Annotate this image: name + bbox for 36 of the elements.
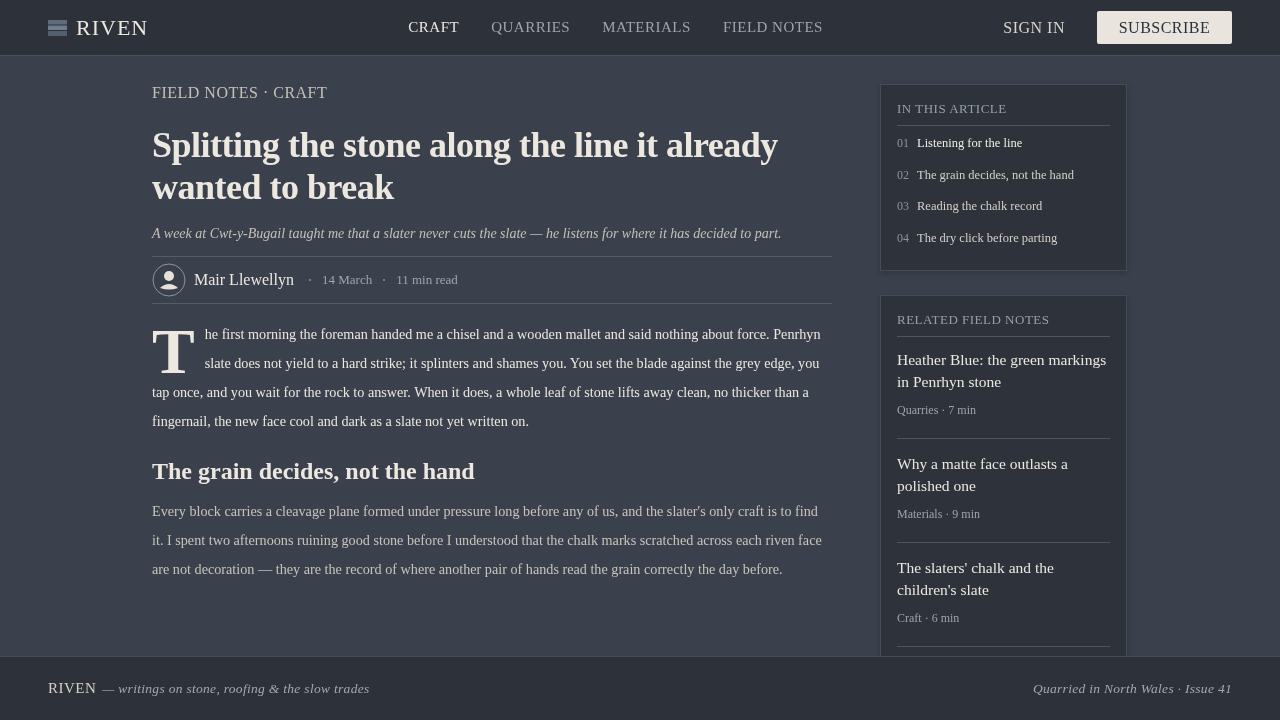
related-meta: Craft · 6 min: [897, 611, 961, 626]
related-meta: Quarries · 7 min: [897, 403, 977, 418]
toc-link[interactable]: The grain decides, not the hand: [917, 167, 1074, 183]
nav-link[interactable]: MATERIALS: [602, 19, 691, 36]
related-meta: Materials · 9 min: [897, 507, 981, 522]
toc-link[interactable]: Reading the chalk record: [917, 199, 1043, 214]
article-title: Splitting the stone along the line it already wanted to break: [152, 124, 779, 208]
toc-number: 03: [897, 199, 909, 214]
card-title: RELATED FIELD NOTES: [897, 312, 1110, 337]
section-heading: The grain decides, not the hand: [152, 458, 476, 485]
footer-brand: RIVEN: [48, 680, 97, 697]
nav-link[interactable]: QUARRIES: [491, 19, 571, 36]
breadcrumb: FIELD NOTES · CRAFT: [152, 84, 329, 102]
sign-in-link[interactable]: SIGN IN: [1003, 18, 1065, 37]
related-article-link[interactable]: The slaters' chalk and the children's slate: [897, 557, 1110, 601]
nav-link[interactable]: FIELD NOTES: [722, 19, 823, 36]
author-name[interactable]: Mair Llewellyn: [194, 271, 294, 289]
toc-number: 02: [897, 167, 909, 183]
related-article-link[interactable]: Heather Blue: the green markings in Penrhyn stone: [897, 349, 1110, 393]
toc-number: 04: [897, 230, 909, 246]
toc-number: 01: [897, 136, 909, 151]
avatar-icon: [152, 263, 186, 297]
footer-note: Quarried in North Wales · Issue 41: [1032, 680, 1232, 697]
toc-link[interactable]: The dry click before parting: [917, 230, 1058, 246]
site-logo[interactable]: RIVEN: [76, 14, 149, 41]
footer-tagline: — writings on stone, roofing & the slow trades: [102, 681, 370, 697]
subscribe-button[interactable]: SUBSCRIBE: [1097, 11, 1232, 44]
card-title: IN THIS ARTICLE: [897, 101, 1110, 126]
read-time: 11 min read: [396, 272, 458, 288]
standfirst: A week at Cwt-y-Bugail taught me that a slater never cuts the slate — he listens for where it has decided to part.: [152, 226, 783, 242]
publish-date: 14 March: [321, 272, 373, 288]
nav-link[interactable]: CRAFT: [408, 19, 460, 36]
related-article-link[interactable]: Why a matte face outlasts a polished one: [897, 453, 1110, 497]
slate-stack-icon: [48, 19, 67, 36]
toc-link[interactable]: Listening for the line: [917, 136, 1023, 151]
body-paragraph: Every block carries a cleavage plane formed under pressure long before any of us, and the slater's only craft is to find it. I spent two afternoons ruining good stone before I understood that the chalk marks scratched across each riven face are not decoration — they are the record of where another pair of hands read the grain correctly the day before.: [152, 502, 823, 579]
